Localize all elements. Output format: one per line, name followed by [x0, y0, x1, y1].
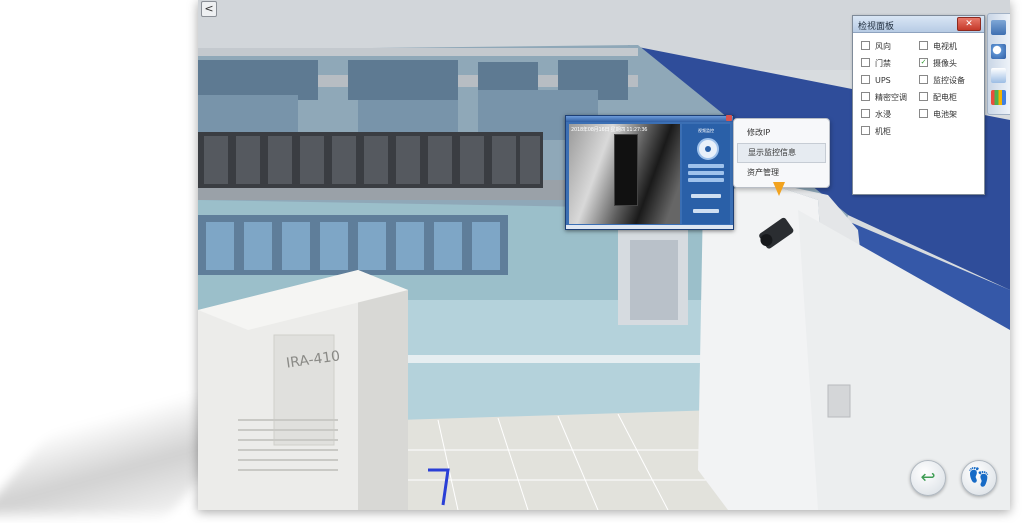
walk-mode-icon[interactable]: 👣	[961, 460, 997, 496]
ptz-control-panel: 视频监控	[682, 124, 730, 224]
camera-monitor-popup[interactable]: 2018年08月16日 星期四 11:27:36 视频监控	[565, 115, 734, 230]
option-water-leak[interactable]: 水浸	[861, 109, 891, 120]
checkbox[interactable]	[861, 109, 870, 118]
return-icon[interactable]: ↩	[910, 460, 946, 496]
zoom-icon[interactable]	[991, 44, 1006, 59]
inspect-icon[interactable]	[991, 68, 1006, 83]
checkbox[interactable]	[861, 75, 870, 84]
back-arrow-button[interactable]: <	[201, 1, 217, 17]
option-access-control[interactable]: 门禁	[861, 58, 891, 69]
checkbox[interactable]	[861, 41, 870, 50]
option-monitoring-device[interactable]: 监控设备	[919, 75, 965, 86]
monitor-titlebar[interactable]	[566, 116, 733, 122]
grid-view-icon[interactable]	[991, 90, 1006, 105]
checkmark-icon[interactable]: ✓	[919, 58, 928, 67]
option-camera[interactable]: ✓ 摄像头	[919, 58, 957, 69]
option-tv[interactable]: 电视机	[919, 41, 957, 52]
view-panel-title: 检视面板	[858, 22, 895, 32]
checkbox[interactable]	[919, 75, 928, 84]
option-ups[interactable]: UPS	[861, 75, 891, 86]
checkbox[interactable]	[861, 92, 870, 101]
alert-pin-icon[interactable]	[773, 182, 785, 196]
ptz-iris-row[interactable]	[688, 178, 724, 182]
close-icon[interactable]: ✕	[957, 17, 981, 31]
menu-item-asset-management[interactable]: 资产管理	[737, 163, 826, 183]
context-menu: 修改IP 显示监控信息 资产管理	[733, 118, 830, 188]
option-distribution-cabinet[interactable]: 配电柜	[919, 92, 957, 103]
option-precision-ac[interactable]: 精密空调	[861, 92, 907, 103]
menu-item-edit-ip[interactable]: 修改IP	[737, 123, 826, 143]
checkbox[interactable]	[861, 126, 870, 135]
menu-item-show-monitor-info[interactable]: 显示监控信息	[737, 143, 826, 163]
checkbox[interactable]	[919, 92, 928, 101]
option-wind-direction[interactable]: 风向	[861, 41, 891, 52]
checkbox[interactable]	[919, 109, 928, 118]
view-panel-header[interactable]: 检视面板 ✕	[853, 16, 984, 33]
monitor-statusbar	[566, 225, 733, 229]
view-panel: 检视面板 ✕ 风向 电视机 门禁 ✓ 摄像头 UPS 监控设备 精密空调 配电柜 …	[852, 15, 985, 195]
ptz-apply-button[interactable]	[693, 209, 719, 213]
ptz-zoom-row[interactable]	[688, 164, 724, 168]
ptz-preset-select[interactable]	[691, 194, 721, 198]
video-door	[614, 134, 638, 206]
option-cabinet[interactable]: 机柜	[861, 126, 891, 137]
ptz-focus-row[interactable]	[688, 171, 724, 175]
video-osd-text: 2018年08月16日 星期四 11:27:36	[571, 127, 648, 133]
3d-scene-viewport[interactable]: < 2018年08月16日 星期四 11:27:36 视频监控 修改IP 显示监…	[198, 0, 1010, 510]
ptz-panel-title: 视频监控	[698, 128, 714, 133]
checkbox[interactable]	[919, 41, 928, 50]
checkbox[interactable]	[861, 58, 870, 67]
camera-video-feed: 2018年08月16日 星期四 11:27:36	[569, 124, 680, 224]
monitor-close-icon[interactable]	[726, 115, 732, 121]
ptz-direction-pad-icon[interactable]	[697, 138, 719, 160]
right-toolbar	[987, 13, 1010, 115]
option-battery-rack[interactable]: 电池架	[919, 109, 957, 120]
layers-icon[interactable]	[991, 20, 1006, 35]
